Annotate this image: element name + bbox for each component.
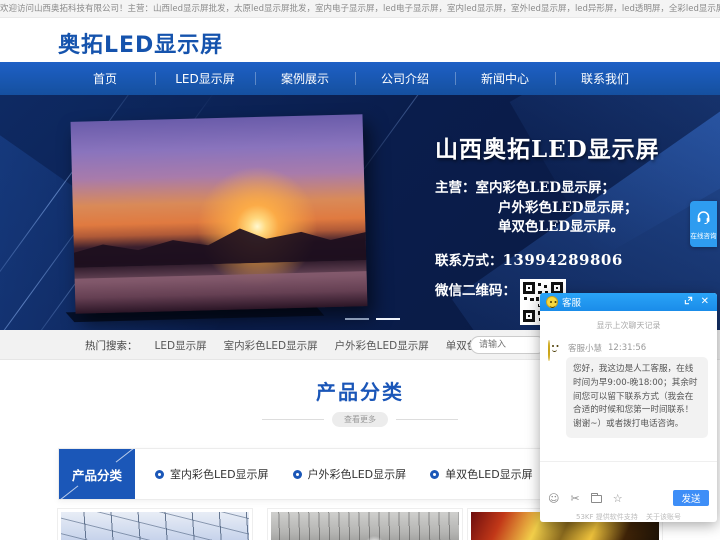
bullet-dot-icon (292, 469, 302, 479)
product-image-card-1[interactable] (57, 508, 253, 540)
view-more-button[interactable]: 查看更多 (332, 411, 388, 427)
contact-label: 联系方式： (435, 252, 503, 269)
bullet-dot-icon (155, 469, 164, 479)
category-bar-title: 产品分类 (59, 449, 135, 499)
nav-item-led-display[interactable]: LED显示屏 (155, 62, 255, 95)
folder-icon[interactable] (590, 492, 602, 503)
chat-agent-row: 客服小慧 12:31:56 (548, 340, 647, 361)
category-item-label: 单双色LED显示屏 (445, 468, 533, 481)
hero-line-1: 主营：室内彩色LED显示屏； (435, 180, 615, 196)
chat-footer-provider[interactable]: 53KF 提供软件支持 (576, 513, 638, 521)
send-button[interactable]: 发送 (673, 490, 709, 506)
chat-widget: 客服 ✕ 显示上次聊天记录 客服小慧 12:31:56 您好，我这边是人工客服，… (540, 293, 717, 522)
top-welcome-bar: 欢迎访问山西奥拓科技有限公司！主营：山西led显示屏批发，太原led显示屏批发，… (0, 0, 720, 18)
divider-line (262, 418, 324, 420)
hot-search-link-1[interactable]: LED显示屏 (155, 338, 207, 353)
nav-item-news[interactable]: 新闻中心 (455, 62, 555, 95)
nav-item-home[interactable]: 首页 (55, 62, 155, 95)
divider-line (396, 418, 458, 420)
chat-toolbar: ☺ ✂ ☆ (548, 492, 623, 504)
carousel-dot-1[interactable] (345, 318, 369, 320)
led-screen-sunset-image (70, 114, 368, 314)
category-item-label: 室内彩色LED显示屏 (170, 468, 269, 481)
close-icon[interactable]: ✕ (699, 297, 711, 307)
agent-name: 客服小慧 (568, 344, 603, 354)
hot-search-link-3[interactable]: 户外彩色LED显示屏 (335, 338, 429, 353)
category-item-label: 户外彩色LED显示屏 (307, 468, 407, 481)
nav-item-contact[interactable]: 联系我们 (555, 62, 655, 95)
product-photo-warehouse-screen (271, 512, 459, 540)
search-input[interactable] (470, 336, 546, 354)
hero-contact: 联系方式：13994289806 (435, 249, 695, 269)
hot-search-label: 热门搜索： (85, 339, 138, 352)
emoji-icon[interactable]: ☺ (548, 493, 559, 504)
chat-history-link[interactable]: 显示上次聊天记录 (540, 320, 717, 331)
hero-line-3: 单双色LED显示屏。 (498, 219, 624, 235)
carousel-dot-2-active[interactable] (376, 318, 400, 320)
chat-title: 客服 (562, 298, 582, 309)
chat-footer: 53KF 提供软件支持 关于该账号 (540, 512, 717, 522)
sunset-water (74, 271, 368, 314)
category-item-dual-color[interactable]: 单双色LED显示屏 (430, 466, 533, 482)
hero-title: 山西奥拓LED显示屏 (435, 136, 660, 163)
scissors-icon[interactable]: ✂ (570, 493, 579, 504)
message-time: 12:31:56 (608, 343, 647, 353)
chat-avatar-icon (546, 296, 558, 308)
chat-message-bubble: 您好，我这边是人工客服，在线时间为早9:00-晚18:00；其余时间您可以留下联… (566, 357, 708, 438)
main-nav: 首页 LED显示屏 案例展示 公司介绍 新闻中心 联系我们 (0, 62, 720, 95)
qr-label: 微信二维码： (435, 282, 516, 299)
phone-number: 13994289806 (502, 250, 623, 269)
bullet-dot-icon (430, 469, 440, 479)
site-logo[interactable]: 奥拓LED显示屏 (58, 27, 223, 59)
chat-input-divider (540, 461, 717, 462)
nav-item-cases[interactable]: 案例展示 (255, 62, 355, 95)
chat-footer-about-link[interactable]: 关于该账号 (646, 513, 681, 521)
product-image-card-2[interactable] (267, 508, 463, 540)
online-consult-button[interactable]: 在线咨询 (690, 201, 717, 247)
chat-header[interactable]: 客服 ✕ (540, 293, 717, 311)
header: 奥拓LED显示屏 (0, 18, 720, 62)
hot-search-link-2[interactable]: 室内彩色LED显示屏 (224, 338, 318, 353)
agent-avatar-icon (548, 340, 562, 361)
nav-item-company[interactable]: 公司介绍 (355, 62, 455, 95)
hero-business-lines: 主营：室内彩色LED显示屏； 户外彩色LED显示屏； 单双色LED显示屏。 (435, 179, 695, 238)
sunset-mountains (73, 210, 366, 268)
popout-icon[interactable] (682, 296, 695, 308)
star-icon[interactable]: ☆ (613, 493, 623, 504)
category-item-indoor[interactable]: 室内彩色LED显示屏 (155, 466, 269, 482)
category-item-outdoor[interactable]: 户外彩色LED显示屏 (292, 466, 407, 482)
headset-icon (696, 209, 711, 228)
page: 欢迎访问山西奥拓科技有限公司！主营：山西led显示屏批发，太原led显示屏批发，… (0, 0, 720, 540)
hero-line-2: 户外彩色LED显示屏； (498, 199, 638, 216)
product-photo-ceiling-screen (61, 512, 249, 540)
online-consult-label: 在线咨询 (690, 231, 717, 240)
